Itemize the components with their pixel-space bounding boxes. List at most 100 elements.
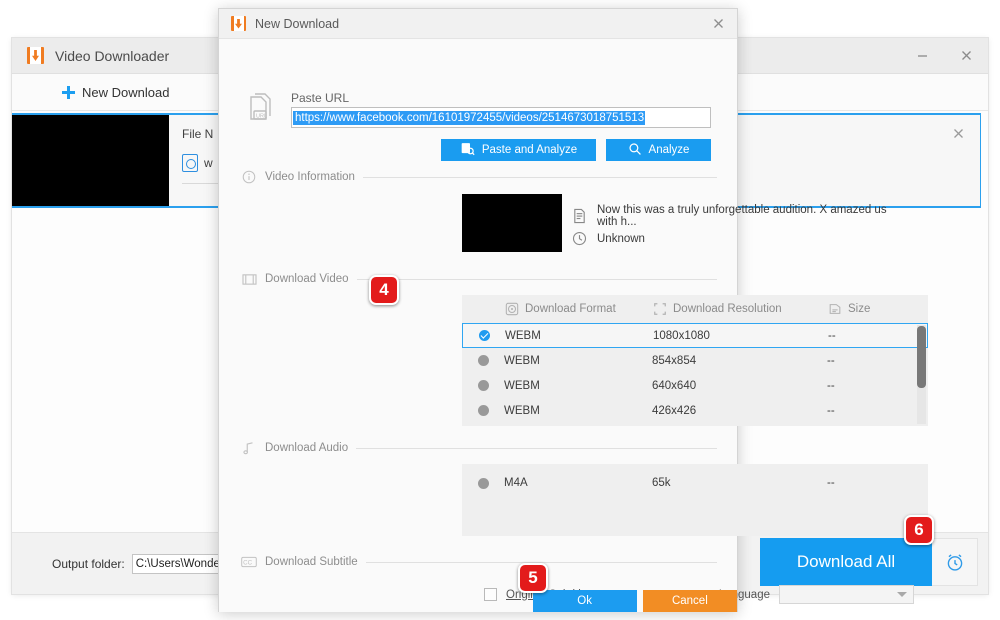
window-controls (900, 38, 988, 74)
video-title-text: Now this was a truly unforgettable audit… (597, 204, 887, 228)
cell-size: -- (827, 404, 835, 417)
new-download-dialog: New Download URL Paste URL https://www.f… (218, 8, 928, 612)
cell-format: M4A (504, 477, 528, 489)
dialog-title: New Download (255, 16, 340, 31)
dialog-close-icon[interactable] (705, 11, 731, 37)
row-radio[interactable] (463, 330, 505, 341)
download-all-group: Download All (760, 538, 978, 586)
step-badge-5: 5 (518, 563, 548, 593)
task-close-icon[interactable] (948, 123, 968, 143)
download-all-button[interactable]: Download All (760, 538, 932, 586)
section-download-subtitle: CC Download Subtitle (241, 554, 717, 570)
task-thumbnail (12, 115, 169, 206)
download-video-table: Download Format Download Resolution Size… (462, 295, 928, 426)
cell-resolution: 1080x1080 (653, 329, 710, 342)
cell-format: WEBM (505, 329, 541, 342)
document-icon (571, 208, 588, 225)
crop-frame-icon (652, 302, 667, 317)
row-radio[interactable] (462, 355, 504, 366)
clipboard-url-icon: URL (247, 91, 277, 125)
download-audio-table: M4A 65k -- (462, 464, 928, 536)
analyze-label: Analyze (648, 144, 690, 156)
table-row[interactable]: WEBM 640x640 -- (462, 373, 928, 398)
clipboard-search-icon (460, 141, 475, 159)
radio-icon (477, 355, 489, 366)
video-title-row: Now this was a truly unforgettable audit… (571, 204, 901, 228)
dialog-body: URL Paste URL https://www.facebook.com/1… (219, 39, 928, 612)
column-download-format: Download Format (462, 302, 652, 317)
new-download-button[interactable]: New Download (62, 85, 169, 100)
dialog-footer: Ok Cancel (219, 590, 737, 612)
film-icon (241, 271, 257, 287)
paste-and-analyze-button[interactable]: Paste and Analyze (441, 139, 596, 161)
chevron-down-icon (897, 592, 907, 597)
row-radio[interactable] (462, 405, 504, 416)
check-icon (478, 330, 490, 341)
video-file-icon (182, 154, 198, 172)
table-row[interactable]: M4A 65k -- (462, 470, 928, 496)
search-icon (628, 142, 642, 159)
row-radio[interactable] (462, 477, 504, 489)
minimize-icon[interactable] (900, 38, 944, 74)
language-select[interactable] (779, 585, 914, 604)
analyze-button[interactable]: Analyze (606, 139, 711, 161)
info-icon (241, 169, 257, 185)
column-download-resolution: Download Resolution (652, 302, 827, 317)
section-video-information-label: Video Information (265, 171, 355, 183)
video-table-scrollbar-thumb[interactable] (917, 326, 926, 388)
ok-button[interactable]: Ok (532, 590, 637, 612)
column-download-format-label: Download Format (525, 303, 616, 315)
cell-size: -- (827, 379, 835, 392)
footer-spacer (219, 590, 533, 612)
svg-text:URL: URL (256, 113, 267, 119)
section-rule (356, 447, 717, 449)
step-badge-6: 6 (904, 515, 934, 545)
cell-format: WEBM (504, 354, 540, 367)
alarm-clock-icon[interactable] (932, 538, 978, 586)
plus-icon (62, 85, 75, 99)
video-thumbnail (462, 194, 562, 252)
main-window-title: Video Downloader (55, 47, 170, 64)
section-rule (362, 176, 717, 178)
close-icon[interactable] (944, 38, 988, 74)
download-video-table-header: Download Format Download Resolution Size (462, 295, 928, 323)
cc-icon: CC (241, 554, 257, 570)
column-size-label: Size (848, 303, 871, 315)
cell-bitrate: 65k (652, 477, 671, 489)
table-row[interactable]: WEBM 854x854 -- (462, 348, 928, 373)
section-download-audio-label: Download Audio (265, 442, 349, 454)
paste-and-analyze-label: Paste and Analyze (481, 144, 578, 156)
section-download-video: Download Video (241, 271, 717, 287)
url-input-value: https://www.facebook.com/16101972455/vid… (293, 110, 646, 125)
step-badge-4: 4 (369, 275, 399, 305)
file-icon (827, 302, 842, 317)
disc-icon (504, 302, 519, 317)
cell-size: -- (827, 477, 835, 489)
cell-resolution: 854x854 (652, 354, 697, 367)
video-duration-text: Unknown (597, 232, 645, 245)
cell-format: WEBM (504, 379, 540, 392)
cell-resolution: 426x426 (652, 404, 697, 417)
table-row[interactable]: WEBM 1080x1080 -- (462, 323, 928, 348)
task-file-name-value: w (204, 156, 213, 170)
dialog-titlebar: New Download (219, 9, 737, 39)
screenshot-root: Video Downloader New Download File N w O… (0, 0, 1000, 620)
column-download-resolution-label: Download Resolution (673, 303, 782, 315)
column-size: Size (827, 302, 917, 317)
paste-url-label: Paste URL (291, 91, 350, 105)
table-row[interactable]: WEBM 426x426 -- (462, 398, 928, 423)
radio-icon (477, 405, 489, 416)
svg-text:CC: CC (243, 559, 252, 566)
url-input[interactable]: https://www.facebook.com/16101972455/vid… (291, 107, 711, 128)
row-radio[interactable] (462, 380, 504, 391)
music-note-icon (241, 440, 257, 456)
cancel-button[interactable]: Cancel (642, 590, 737, 612)
clock-icon (571, 230, 588, 247)
analyze-button-row: Paste and Analyze Analyze (291, 139, 711, 161)
cell-size: -- (828, 329, 836, 342)
app-download-logo-icon (27, 47, 44, 64)
cell-size: -- (827, 354, 835, 367)
app-download-logo-icon (231, 16, 246, 31)
new-download-label: New Download (82, 84, 170, 100)
section-download-video-label: Download Video (265, 273, 349, 285)
